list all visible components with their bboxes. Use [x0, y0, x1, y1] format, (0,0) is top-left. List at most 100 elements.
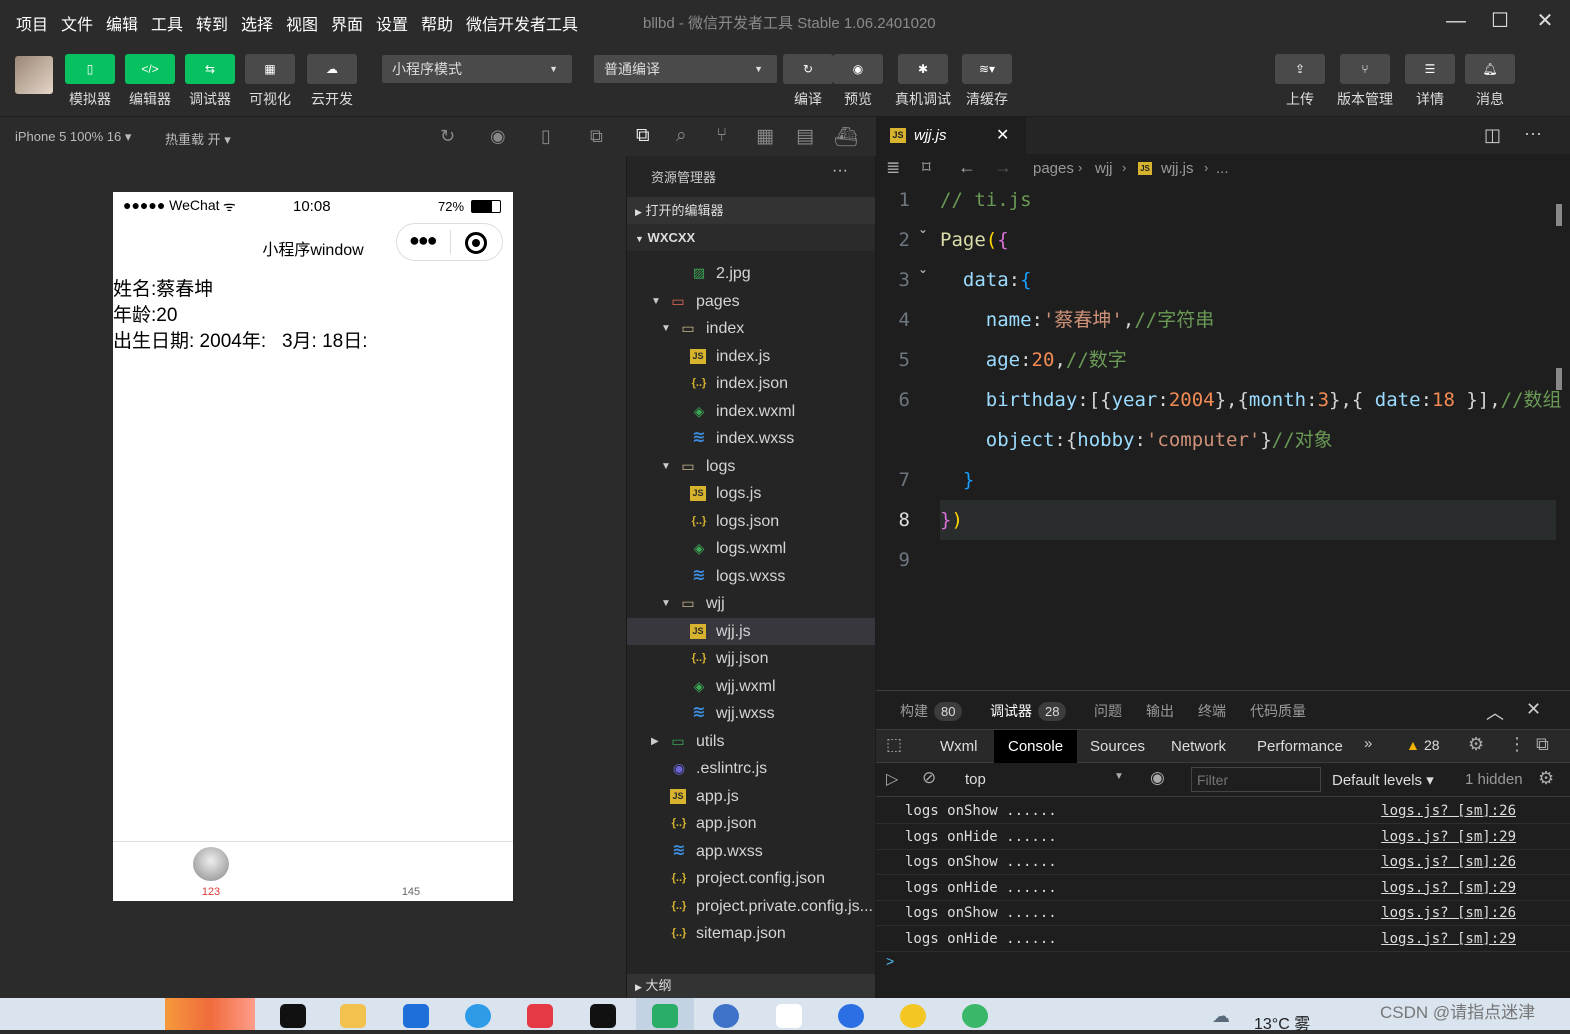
tree-item[interactable]: ≋ wjj.wxss [627, 700, 875, 727]
menu-item[interactable]: 转到 [196, 11, 228, 35]
tree-item[interactable]: {..} wjj.json [627, 645, 875, 672]
search-icon[interactable]: ⌕ [676, 125, 687, 147]
close-window-button[interactable]: ✕ [1525, 6, 1565, 36]
widget-thumbnail[interactable] [165, 998, 255, 1030]
crumb-wjj[interactable]: wjj [1095, 160, 1113, 177]
files-icon[interactable]: ⧉ [636, 125, 650, 147]
tree-item[interactable]: {..} index.json [627, 370, 875, 397]
menu-item[interactable]: 界面 [331, 11, 363, 35]
code-line[interactable]: 1 // ti.js [876, 180, 1556, 220]
preview-button[interactable]: ◉ [833, 54, 883, 84]
log-levels-select[interactable]: Default levels ▾ [1332, 771, 1434, 789]
app-store-icon[interactable] [838, 1004, 864, 1028]
outline-section[interactable]: ▶ 大纲 [627, 974, 875, 998]
tree-item[interactable]: {..} project.config.json [627, 865, 875, 892]
mode-select[interactable]: 小程序模式 ▼ [382, 55, 572, 83]
undock-icon[interactable]: ⧉ [1536, 734, 1549, 755]
chevron-down-icon[interactable]: ▼ [661, 315, 671, 342]
tree-item[interactable]: JS index.js [627, 343, 875, 370]
back-arrow-icon[interactable]: ← [958, 157, 976, 178]
console-settings-icon[interactable]: ⚙ [1538, 768, 1554, 789]
project-section[interactable]: ▼ WXCXX [627, 224, 875, 251]
more-actions-icon[interactable]: ··· [832, 162, 848, 180]
devtools-tab[interactable]: 输出 [1146, 701, 1174, 721]
tree-item[interactable]: {..} app.json [627, 810, 875, 837]
open-editors-section[interactable]: ▶ 打开的编辑器 [627, 197, 875, 224]
tree-item[interactable]: ◈ index.wxml [627, 398, 875, 425]
weather-text[interactable]: 13°C 雾 [1254, 1010, 1310, 1034]
chat-icon[interactable] [962, 1004, 988, 1028]
log-source-link[interactable]: logs.js? [sm]:29 [1381, 927, 1516, 952]
minimize-button[interactable]: — [1436, 6, 1476, 36]
device-select[interactable]: iPhone 5 100% 16 ▾ [15, 129, 131, 145]
avatar[interactable] [15, 56, 53, 94]
tab-label-123[interactable]: 123 [193, 886, 229, 898]
code-text[interactable]: Page({ [940, 220, 1009, 260]
cloud-button[interactable]: ☁ [307, 54, 357, 84]
code-text[interactable]: object:{hobby:'computer'}//对象 [940, 420, 1333, 460]
collapse-up-icon[interactable]: ︿ [1486, 699, 1504, 725]
console-prompt[interactable]: > [886, 953, 894, 969]
context-select[interactable]: top [965, 771, 986, 788]
more-panels-icon[interactable]: » [1364, 735, 1372, 752]
chevron-down-icon[interactable]: ▼ [651, 288, 661, 315]
panel-tab-sources[interactable]: Sources [1076, 730, 1159, 763]
edge-icon[interactable] [465, 1004, 491, 1028]
log-source-link[interactable]: logs.js? [sm]:29 [1381, 825, 1516, 850]
log-source-link[interactable]: logs.js? [sm]:26 [1381, 901, 1516, 926]
tree-item[interactable]: {..} project.private.config.js... [627, 893, 875, 920]
code-line[interactable]: 6 birthday:[{year:2004},{month:3},{ date… [876, 380, 1562, 420]
menu-item[interactable]: 设置 [376, 11, 408, 35]
tree-item[interactable]: ≋ index.wxss [627, 425, 875, 452]
crumb-pages[interactable]: pages [1033, 160, 1074, 177]
tree-item[interactable]: ◈ logs.wxml [627, 535, 875, 562]
panel-tab-wxml[interactable]: Wxml [926, 730, 992, 763]
simulator-button[interactable]: ▯ [65, 54, 115, 84]
stop-icon[interactable]: ◉ [490, 126, 506, 147]
chevron-right-icon[interactable]: ▶ [651, 728, 659, 755]
tree-item[interactable]: JS app.js [627, 783, 875, 810]
scrollbar-marker[interactable] [1556, 368, 1562, 390]
crumb-ellipsis[interactable]: ... [1216, 160, 1229, 177]
list-icon[interactable]: ≣ [886, 158, 900, 178]
menu-item[interactable]: 选择 [241, 11, 273, 35]
hp-icon[interactable] [403, 1004, 429, 1028]
tree-item[interactable]: {..} logs.json [627, 508, 875, 535]
upload-button[interactable]: ⇪ [1275, 54, 1325, 84]
tab-icon-123[interactable] [193, 847, 229, 881]
fold-chevron-icon[interactable]: ⌄ [918, 222, 928, 236]
menu-item[interactable]: 视图 [286, 11, 318, 35]
tree-item[interactable]: JS logs.js [627, 480, 875, 507]
panel-tab-performance[interactable]: Performance [1243, 730, 1357, 763]
source-control-icon[interactable]: ⑂ [716, 125, 727, 147]
code-text[interactable]: age:20,//数字 [940, 340, 1127, 380]
clear-console-icon[interactable]: ⊘ [922, 768, 936, 788]
qq-icon[interactable] [280, 1004, 306, 1028]
more-icon[interactable]: ●●● [409, 230, 438, 251]
code-line[interactable]: 7 } [876, 460, 1556, 500]
editor-more-icon[interactable]: ··· [1524, 123, 1542, 144]
tree-item[interactable]: ▼ ▭ logs [627, 453, 875, 480]
restart-icon[interactable]: ↻ [440, 126, 455, 147]
tree-item[interactable]: ≋ app.wxss [627, 838, 875, 865]
fold-chevron-icon[interactable]: ⌄ [918, 262, 928, 276]
panel-tab-network[interactable]: Network [1157, 730, 1240, 763]
code-line[interactable]: 5 age:20,//数字 [876, 340, 1556, 380]
tree-item[interactable]: ▼ ▭ pages [627, 288, 875, 315]
close-tab-icon[interactable]: ✕ [996, 125, 1009, 145]
wechat-devtools-icon[interactable] [652, 1004, 678, 1028]
code-line[interactable]: 2 Page({ [876, 220, 1556, 260]
rotate-phone-icon[interactable]: ▯ [541, 126, 551, 147]
compile-button[interactable]: ↻ [783, 54, 833, 84]
panel-tab-console[interactable]: Console [994, 730, 1078, 763]
devtools-tab[interactable]: 调试器 28 [990, 701, 1067, 721]
maximize-button[interactable]: ☐ [1480, 6, 1520, 36]
chevron-down-icon[interactable]: ▼ [661, 590, 671, 617]
tree-item[interactable]: ▨ 2.jpg [627, 260, 875, 287]
devtools-tab[interactable]: 终端 [1198, 701, 1226, 721]
code-text[interactable]: name:'蔡春坤',//字符串 [940, 300, 1214, 340]
log-source-link[interactable]: logs.js? [sm]:26 [1381, 850, 1516, 875]
code-text[interactable]: } [940, 460, 974, 500]
code-line[interactable]: 4 name:'蔡春坤',//字符串 [876, 300, 1556, 340]
play-icon[interactable] [776, 1004, 802, 1028]
